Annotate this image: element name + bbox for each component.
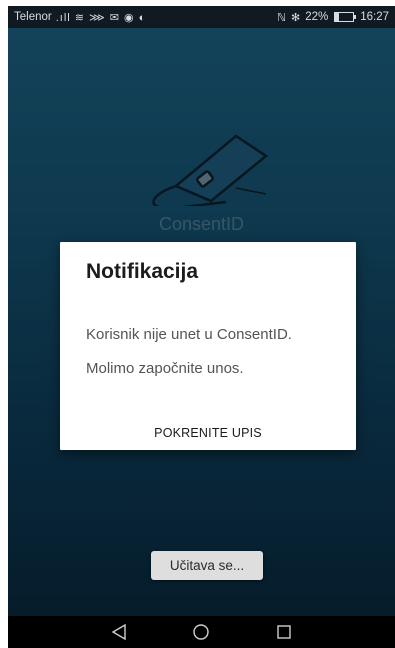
dialog-message-line1: Korisnik nije unet u ConsentID. [86,326,292,343]
status-bar: Telenor .ıll ≋ ⋙ ✉ ◉ ◐ ℕ ✻ 22% 16:27 [8,6,395,28]
battery-percent: 22% [305,11,329,23]
status-bar-left: Telenor .ıll ≋ ⋙ ✉ ◉ ◐ [14,11,146,24]
clock: 16:27 [360,11,389,23]
battery-icon [334,12,357,22]
triangle-back-icon [111,623,126,641]
dialog-title: Notifikacija [86,260,199,283]
status-bar-right: ℕ ✻ 22% 16:27 [277,11,389,24]
navigation-bar [8,616,395,648]
back-button[interactable] [104,617,134,647]
app-content: ConsentID Notifikacija Korisnik nije une… [8,28,395,616]
signal-icons: .ıll ≋ ⋙ ✉ ◉ ◐ [55,11,147,24]
nfc-bluetooth-icons: ℕ ✻ [277,11,302,24]
notification-dialog: Notifikacija Korisnik nije unet u Consen… [60,242,356,450]
carrier-label: Telenor [14,11,52,23]
loading-button[interactable]: Učitava se... [151,551,263,580]
square-recents-icon [277,625,291,639]
dialog-message: Korisnik nije unet u ConsentID. Molimo z… [86,318,346,386]
circle-home-icon [193,624,210,640]
recents-button[interactable] [269,617,299,647]
dialog-message-line2: Molimo započnite unos. [86,360,244,377]
home-button[interactable] [186,617,216,647]
start-enrollment-button[interactable]: POKRENITE UPIS [60,426,356,440]
phone-screen: Telenor .ıll ≋ ⋙ ✉ ◉ ◐ ℕ ✻ 22% 16:27 Con… [8,6,395,648]
